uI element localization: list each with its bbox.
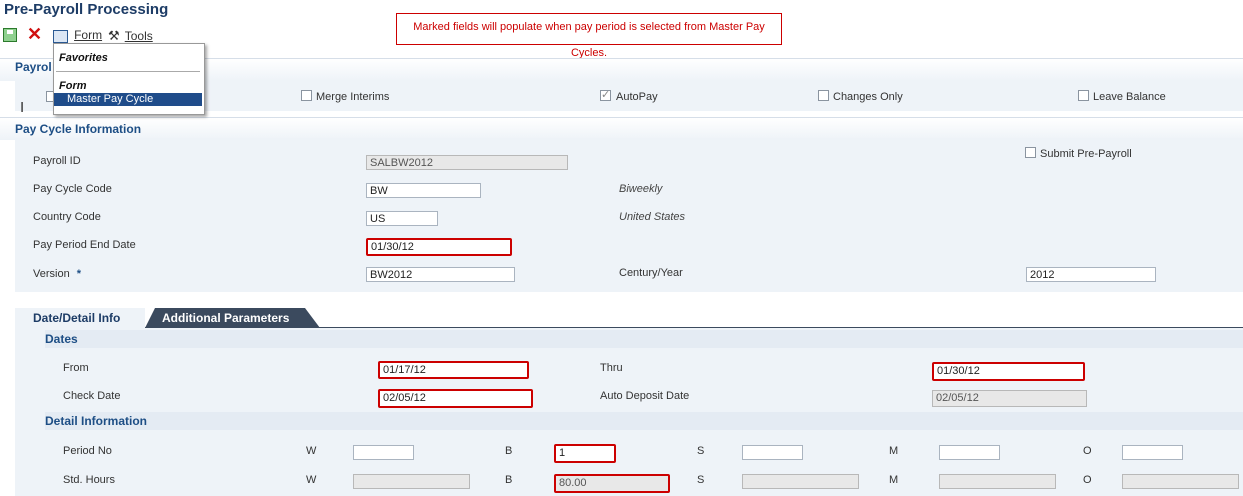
hours-m-field [939,474,1056,489]
century-year-field[interactable]: 2012 [1026,267,1156,282]
pay-cycle-section-band [0,117,1243,140]
version-field[interactable]: BW2012 [366,267,515,282]
detail-section-title: Detail Information [45,414,148,428]
hours-b-label: B [505,474,513,486]
page-title: Pre-Payroll Processing [4,1,169,18]
changes-only-checkbox[interactable] [818,90,829,101]
tools-menu-label: Tools [124,29,153,43]
period-b-field[interactable]: 1 [554,444,616,463]
period-m-field[interactable] [939,445,1000,460]
leave-balance-label: Leave Balance [1093,91,1166,103]
form-menu-label: Form [74,28,103,42]
period-w-field[interactable] [353,445,414,460]
tab-additional-parameters[interactable]: Additional Parameters [145,308,320,328]
dates-section-title: Dates [45,332,78,346]
from-date-field[interactable]: 01/17/12 [378,361,529,379]
thru-date-field[interactable]: 01/30/12 [932,362,1085,381]
tools-menu-button[interactable]: ⚒ Tools [108,28,153,44]
country-code-field[interactable]: US [366,211,438,226]
pay-cycle-section-title: Pay Cycle Information [15,122,142,136]
menu-divider [56,71,200,72]
hours-b-field: 80.00 [554,474,670,493]
payroll-section-title: Payrol [15,60,52,74]
autopay-label: AutoPay [616,91,658,103]
tab-date-detail-info[interactable]: Date/Detail Info [15,308,145,328]
period-o-field[interactable] [1122,445,1183,460]
period-o-label: O [1083,445,1092,457]
check-date-field[interactable]: 02/05/12 [378,389,533,408]
dates-header-band [45,330,1243,348]
info-note: Marked fields will populate when pay per… [396,13,782,59]
pay-cycle-code-field[interactable]: BW [366,183,481,198]
thru-date-label: Thru [600,362,623,374]
form-menu-button[interactable]: Form [53,28,102,43]
period-m-label: M [889,445,899,457]
tools-icon: ⚒ [108,28,120,43]
country-description: United States [619,211,686,223]
submit-pre-payroll-label: Submit Pre-Payroll [1040,148,1132,160]
country-code-label: Country Code [33,211,101,223]
hours-s-field [742,474,859,489]
period-s-label: S [697,445,705,457]
form-icon [53,29,68,43]
text-cursor-icon: I [20,99,25,116]
merge-interims-label: Merge Interims [316,91,390,103]
hours-w-label: W [306,474,317,486]
pay-cycle-code-label: Pay Cycle Code [33,183,112,195]
hours-o-label: O [1083,474,1092,486]
menu-item-master-pay-cycle[interactable]: Master Pay Cycle [54,93,202,106]
merge-interims-checkbox[interactable] [301,90,312,101]
period-w-label: W [306,445,317,457]
check-date-label: Check Date [63,390,121,402]
submit-pre-payroll-checkbox[interactable] [1025,147,1036,158]
hours-w-field [353,474,470,489]
payroll-id-label: Payroll ID [33,155,81,167]
close-icon[interactable]: ✕ [27,24,42,45]
changes-only-label: Changes Only [833,91,903,103]
version-label: Version * [33,268,81,280]
hours-o-field [1122,474,1239,489]
required-asterisk: * [76,268,82,280]
period-b-label: B [505,445,513,457]
auto-deposit-date-field: 02/05/12 [932,390,1087,407]
century-year-label: Century/Year [619,267,683,279]
auto-deposit-date-label: Auto Deposit Date [600,390,690,402]
menu-form-header: Form [59,80,87,92]
std-hours-label: Std. Hours [63,474,115,486]
pay-period-end-field[interactable]: 01/30/12 [366,238,512,256]
period-no-label: Period No [63,445,112,457]
payroll-id-field: SALBW2012 [366,155,568,170]
detail-header-band [45,412,1243,430]
hours-m-label: M [889,474,899,486]
autopay-checkbox[interactable] [600,88,611,101]
menu-favorites-header[interactable]: Favorites [59,52,108,64]
from-date-label: From [63,362,89,374]
save-icon[interactable] [3,28,17,42]
leave-balance-checkbox[interactable] [1078,90,1089,101]
version-label-text: Version [33,268,70,280]
pay-period-end-label: Pay Period End Date [33,239,136,251]
pay-cycle-description: Biweekly [619,183,663,195]
period-s-field[interactable] [742,445,803,460]
hours-s-label: S [697,474,705,486]
form-dropdown-menu: Favorites Form Master Pay Cycle [53,43,205,115]
